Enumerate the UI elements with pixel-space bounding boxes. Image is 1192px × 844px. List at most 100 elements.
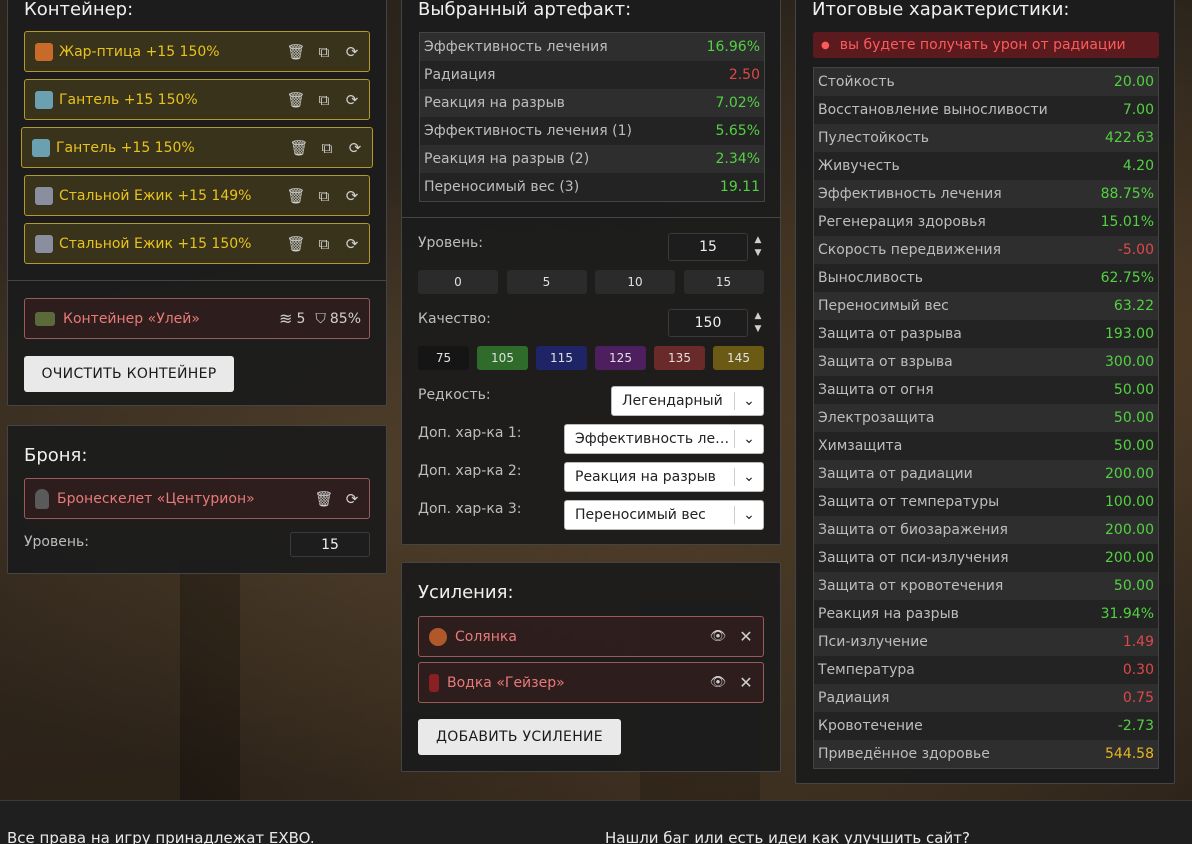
quality-input[interactable]: 150 (668, 309, 748, 337)
slots-icon: ≋ (279, 309, 293, 328)
artifact-stat-row: Эффективность лечения (1) 5.65% (420, 117, 764, 145)
artifact-level-label: Уровень: (418, 235, 483, 251)
armor-level-input[interactable]: 15 (290, 532, 370, 557)
extra1-select[interactable]: Эффективность лечения ⌄ (564, 424, 764, 454)
artifact-title: Выбранный артефакт: (418, 0, 632, 20)
container-item[interactable]: Гантель +15 150% 🗑 ⧉ ⟳ (24, 79, 370, 120)
steel-hedgehog-artifact-icon (35, 234, 53, 253)
copy-icon[interactable]: ⧉ (315, 187, 333, 205)
total-stat-row: Выносливость 62.75% (814, 264, 1158, 292)
level-preset-button[interactable]: 0 (418, 270, 498, 294)
stat-label: Регенерация здоровья (818, 214, 986, 230)
stat-label: Электрозащита (818, 410, 935, 426)
trash-icon[interactable]: 🗑 (286, 43, 305, 61)
rarity-select[interactable]: Легендарный ⌄ (611, 386, 764, 416)
eye-icon[interactable]: 👁 (709, 628, 727, 646)
total-stat-row: Защита от биозаражения 200.00 (814, 516, 1158, 544)
total-stat-row: Пси-излучение 1.49 (814, 628, 1158, 656)
footer-feedback[interactable]: Нашли баг или есть идеи как улучшить сай… (605, 829, 970, 844)
eye-icon[interactable]: 👁 (709, 674, 727, 692)
stat-label: Восстановление выносливости (818, 102, 1048, 118)
chevron-down-icon: ⌄ (743, 431, 755, 447)
refresh-icon[interactable]: ⟳ (343, 187, 361, 205)
boosts-panel: Усиления: Солянка 👁 ✕ Водка «Гейзер» 👁 ✕ ДОБА… (401, 562, 781, 772)
trash-icon[interactable]: 🗑 (286, 235, 305, 253)
dumbbell-artifact-icon (32, 138, 50, 157)
stat-value: 20.00 (1113, 74, 1154, 90)
copy-icon[interactable]: ⧉ (318, 139, 336, 157)
total-stat-row: Защита от кровотечения 50.00 (814, 572, 1158, 600)
clear-container-button[interactable]: ОЧИСТИТЬ КОНТЕЙНЕР (24, 356, 234, 392)
close-icon[interactable]: ✕ (737, 673, 755, 692)
add-boost-button[interactable]: ДОБАВИТЬ УСИЛЕНИЕ (418, 719, 621, 755)
container-panel: Контейнер: Жар-птица +15 150% 🗑 ⧉ ⟳ Гантель … (7, 0, 387, 406)
copy-icon[interactable]: ⧉ (315, 235, 333, 253)
level-preset-button[interactable]: 10 (595, 270, 675, 294)
armor-name: Бронескелет «Центурион» (57, 490, 255, 507)
stat-label: Эффективность лечения (1) (424, 123, 632, 139)
container-item[interactable]: Гантель +15 150% 🗑 ⧉ ⟳ (21, 127, 373, 168)
total-stat-row: Восстановление выносливости 7.00 (814, 96, 1158, 124)
container-item[interactable]: Жар-птица +15 150% 🗑 ⧉ ⟳ (24, 31, 370, 72)
trash-icon[interactable]: 🗑 (286, 91, 305, 109)
total-stat-row: Живучесть 4.20 (814, 152, 1158, 180)
radiation-warning: ● вы будете получать урон от радиации (813, 32, 1159, 58)
container-item[interactable]: Стальной Ежик +15 149% 🗑 ⧉ ⟳ (24, 175, 370, 216)
stat-value: 544.58 (1105, 746, 1154, 762)
level-preset-button[interactable]: 5 (506, 270, 587, 294)
stat-value: 193.00 (1105, 326, 1154, 342)
level-stepper[interactable]: ▲ ▼ (752, 234, 764, 262)
extra2-value: Реакция на разрыв (575, 469, 716, 485)
solyanka-food-icon (429, 627, 447, 646)
chevron-down-icon: ⌄ (743, 469, 755, 485)
warning-text: вы будете получать урон от радиации (839, 37, 1126, 53)
refresh-icon[interactable]: ⟳ (343, 43, 361, 61)
total-stat-row: Стойкость 20.00 (814, 68, 1158, 96)
quality-preset-button[interactable]: 135 (654, 346, 705, 370)
stat-value: 50.00 (1113, 382, 1154, 398)
total-stat-row: Регенерация здоровья 15.01% (814, 208, 1158, 236)
container-item[interactable]: Стальной Ежик +15 150% 🗑 ⧉ ⟳ (24, 223, 370, 264)
quality-preset-button[interactable]: 145 (713, 346, 764, 370)
total-stat-row: Температура 0.30 (814, 656, 1158, 684)
copy-icon[interactable]: ⧉ (315, 43, 333, 61)
boost-item[interactable]: Солянка 👁 ✕ (418, 616, 764, 657)
close-icon[interactable]: ✕ (737, 627, 755, 646)
boost-name: Водка «Гейзер» (447, 674, 565, 691)
quality-preset-button[interactable]: 115 (536, 346, 587, 370)
stat-value: 0.75 (1122, 690, 1154, 706)
refresh-icon[interactable]: ⟳ (343, 490, 361, 508)
divider (8, 280, 386, 281)
refresh-icon[interactable]: ⟳ (343, 235, 361, 253)
extra1-label: Доп. хар-ка 1: (418, 425, 522, 441)
extra3-value: Переносимый вес (575, 507, 706, 523)
level-preset-button[interactable]: 15 (683, 270, 764, 294)
trash-icon[interactable]: 🗑 (286, 187, 305, 205)
total-stat-row: Защита от разрыва 193.00 (814, 320, 1158, 348)
copy-icon[interactable]: ⧉ (315, 91, 333, 109)
refresh-icon[interactable]: ⟳ (343, 91, 361, 109)
quality-preset-button[interactable]: 75 (418, 346, 469, 370)
refresh-icon[interactable]: ⟳ (346, 139, 364, 157)
extra2-select[interactable]: Реакция на разрыв ⌄ (564, 462, 764, 492)
armor-item[interactable]: Бронескелет «Центурион» 🗑 ⟳ (24, 478, 370, 519)
rarity-label: Редкость: (418, 387, 491, 403)
stat-value: 1.49 (1122, 634, 1154, 650)
stat-value: 200.00 (1105, 550, 1154, 566)
quality-stepper[interactable]: ▲ ▼ (752, 310, 764, 338)
extra2-label: Доп. хар-ка 2: (418, 463, 522, 479)
boost-item[interactable]: Водка «Гейзер» 👁 ✕ (418, 662, 764, 703)
artifact-level-input[interactable]: 15 (668, 233, 748, 261)
stat-label: Радиация (424, 67, 496, 83)
extra3-select[interactable]: Переносимый вес ⌄ (564, 500, 764, 530)
stat-label: Защита от пси-излучения (818, 550, 1009, 566)
quality-preset-button[interactable]: 105 (477, 346, 528, 370)
quality-preset-button[interactable]: 125 (595, 346, 646, 370)
chevron-down-icon: ⌄ (743, 393, 755, 409)
trash-icon[interactable]: 🗑 (314, 490, 333, 508)
stat-label: Живучесть (818, 158, 900, 174)
firebird-artifact-icon (35, 42, 53, 61)
trash-icon[interactable]: 🗑 (289, 139, 308, 157)
selected-container[interactable]: Контейнер «Улей» ≋ 5 ⛉ 85% (24, 298, 370, 339)
stat-value: 200.00 (1105, 522, 1154, 538)
